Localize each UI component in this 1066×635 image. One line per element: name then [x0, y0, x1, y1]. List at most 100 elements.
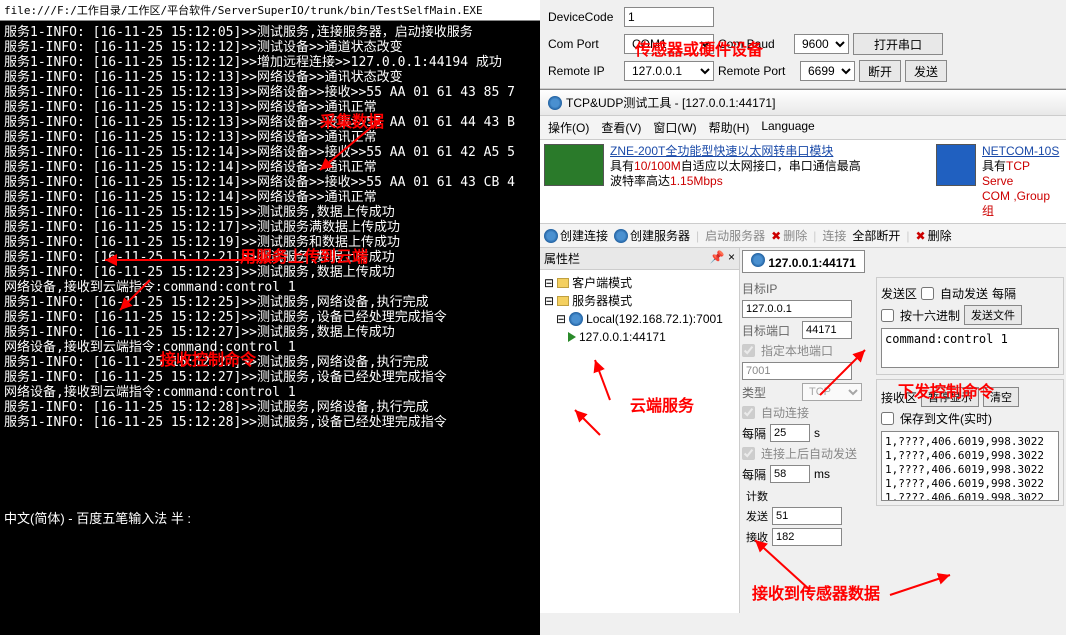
interval2-input[interactable] — [770, 465, 810, 483]
tcp-title-bar: TCP&UDP测试工具 - [127.0.0.1:44171] — [540, 90, 1066, 116]
tb-create-srv[interactable]: 创建服务器 — [614, 227, 690, 244]
bind-local-input — [742, 362, 852, 380]
menu-view[interactable]: 查看(V) — [601, 119, 641, 136]
tb-delete-2[interactable]: ✖删除 — [916, 227, 952, 244]
console-line: 服务1-INFO: [16-11-25 15:12:21]>>测试服务,数据上传… — [4, 250, 536, 265]
menu-window[interactable]: 窗口(W) — [653, 119, 696, 136]
promo-link-2[interactable]: NETCOM-10S — [982, 144, 1059, 158]
device-code-label: DeviceCode — [548, 10, 620, 24]
open-serial-button[interactable]: 打开串口 — [853, 33, 943, 55]
menu-language[interactable]: Language — [761, 119, 814, 136]
console-line: 服务1-INFO: [16-11-25 15:12:28]>>测试服务,设备已经… — [4, 415, 536, 430]
send-button[interactable]: 发送 — [905, 60, 947, 82]
send-file-button[interactable]: 发送文件 — [964, 305, 1022, 325]
local-icon — [569, 312, 583, 326]
tree-pin-icon[interactable]: 📌 × — [710, 250, 735, 267]
com-port-select[interactable]: COM1 — [624, 34, 714, 54]
pause-button[interactable]: 暂停显示 — [921, 387, 979, 407]
connection-tab[interactable]: 127.0.0.1:44171 — [742, 250, 865, 273]
count-area: 计数 发送 接收 — [742, 486, 872, 551]
bind-local-check — [742, 344, 755, 357]
console-line: 服务1-INFO: [16-11-25 15:12:13]>>网络设备>>通讯状… — [4, 70, 536, 85]
console-line: 服务1-INFO: [16-11-25 15:12:13]>>网络设备>>通讯正… — [4, 130, 536, 145]
tb-start-srv[interactable]: 启动服务器 — [705, 227, 765, 244]
tb-connect[interactable]: 连接 — [822, 227, 846, 244]
console-line: 服务1-INFO: [16-11-25 15:12:28]>>测试服务,网络设备… — [4, 400, 536, 415]
recv-count — [772, 528, 842, 546]
device-config-panel: DeviceCode Com Port COM1 Com Baud 9600 打… — [540, 0, 1066, 89]
tree-connection-node[interactable]: 127.0.0.1:44171 — [544, 328, 735, 346]
console-line: 服务1-INFO: [16-11-25 15:12:27]>>测试服务,数据上传… — [4, 325, 536, 340]
send-fieldset: 发送区 自动发送 每隔 按十六进制 发送文件 command:control 1 — [876, 277, 1064, 375]
tcp-toolbar: 创建连接 创建服务器 | 启动服务器 ✖删除 | 连接 全部断开 | ✖删除 — [540, 224, 1066, 248]
address-bar: file:///F:/工作目录/工作区/平台软件/ServerSuperIO/t… — [0, 0, 540, 21]
tb-delete[interactable]: ✖删除 — [771, 227, 807, 244]
recv-line: 1,????,406.6019,998.3022 — [885, 491, 1055, 501]
console-line: 服务1-INFO: [16-11-25 15:12:14]>>网络设备>>接收>… — [4, 145, 536, 160]
console-line: 服务1-INFO: [16-11-25 15:12:13]>>网络设备>>接收>… — [4, 85, 536, 100]
console-line: 服务1-INFO: [16-11-25 15:12:19]>>测试服务和数据上传… — [4, 235, 536, 250]
console-line: 服务1-INFO: [16-11-25 15:12:14]>>网络设备>>接收>… — [4, 175, 536, 190]
promo-link[interactable]: ZNE-200T全功能型快速以太网转串口模块 — [610, 144, 833, 158]
com-port-label: Com Port — [548, 37, 620, 51]
promo-text-2: NETCOM-10S 具有TCP Serve COM ,Group组 — [982, 144, 1062, 219]
hex-send-check[interactable] — [881, 309, 894, 322]
console-line: 网络设备,接收到云端指令:command:control 1 — [4, 280, 536, 295]
console-window: file:///F:/工作目录/工作区/平台软件/ServerSuperIO/t… — [0, 0, 540, 635]
auto-conn-label: 自动连接 — [761, 404, 809, 421]
console-line: 服务1-INFO: [16-11-25 15:12:25]>>测试服务,设备已经… — [4, 310, 536, 325]
console-line: 服务1-INFO: [16-11-25 15:12:12]>>测试设备>>通道状… — [4, 40, 536, 55]
remote-ip-select[interactable]: 127.0.0.1 — [624, 61, 714, 81]
console-line: 服务1-INFO: [16-11-25 15:12:27]>>测试服务,网络设备… — [4, 355, 536, 370]
interval1-input[interactable] — [770, 424, 810, 442]
send-textbox[interactable]: command:control 1 — [881, 328, 1059, 368]
remote-port-label: Remote Port — [718, 64, 796, 78]
tcp-title-text: TCP&UDP测试工具 - [127.0.0.1:44171] — [566, 94, 775, 111]
tree-client-mode[interactable]: ⊟ 客户端模式 — [544, 274, 735, 292]
tb-create-conn[interactable]: 创建连接 — [544, 227, 608, 244]
type-label: 类型 — [742, 384, 798, 401]
console-line: 网络设备,接收到云端指令:command:control 1 — [4, 385, 536, 400]
promo-text-1: ZNE-200T全功能型快速以太网转串口模块 具有10/100M自适应以太网接口… — [610, 144, 930, 219]
target-port-input[interactable] — [802, 321, 852, 339]
ime-status: 中文(简体) - 百度五笔输入法 半 : — [4, 508, 191, 527]
tree-local-node[interactable]: ⊟ Local(192.168.72.1):7001 — [544, 310, 735, 328]
menu-operate[interactable]: 操作(O) — [548, 119, 589, 136]
target-ip-input[interactable] — [742, 300, 852, 318]
send-area-label: 发送区 — [881, 285, 917, 302]
device-code-input[interactable] — [624, 7, 714, 27]
bind-local-label: 指定本地端口 — [761, 342, 833, 359]
tcp-menu-bar: 操作(O) 查看(V) 窗口(W) 帮助(H) Language — [540, 116, 1066, 140]
console-line: 服务1-INFO: [16-11-25 15:12:13]>>网络设备>>接收>… — [4, 115, 536, 130]
console-line: 网络设备,接收到云端指令:command:control 1 — [4, 340, 536, 355]
app-icon — [548, 96, 562, 110]
disconnect-button[interactable]: 断开 — [859, 60, 901, 82]
tree-panel: 属性栏 📌 × ⊟ 客户端模式 ⊟ 服务器模式 ⊟ Local(192.168.… — [540, 248, 740, 613]
target-ip-label: 目标IP — [742, 280, 798, 297]
console-line: 服务1-INFO: [16-11-25 15:12:05]>>测试服务,连接服务… — [4, 25, 536, 40]
folder-icon — [557, 278, 569, 288]
console-line: 服务1-INFO: [16-11-25 15:12:27]>>测试服务,设备已经… — [4, 370, 536, 385]
auto-send-check[interactable] — [921, 287, 934, 300]
console-line: 服务1-INFO: [16-11-25 15:12:12]>>增加远程连接>>1… — [4, 55, 536, 70]
promo-image-1 — [544, 144, 604, 186]
recv-line: 1,????,406.6019,998.3022 — [885, 477, 1055, 491]
auto-send-conn-check — [742, 447, 755, 460]
tree-server-mode[interactable]: ⊟ 服务器模式 — [544, 292, 735, 310]
remote-port-select[interactable]: 6699 — [800, 61, 855, 81]
recv-line: 1,????,406.6019,998.3022 — [885, 449, 1055, 463]
tcp-udp-tool-window: TCP&UDP测试工具 - [127.0.0.1:44171] 操作(O) 查看… — [540, 89, 1066, 613]
com-baud-label: Com Baud — [718, 37, 790, 51]
remote-ip-label: Remote IP — [548, 64, 620, 78]
console-line: 服务1-INFO: [16-11-25 15:12:23]>>测试服务,数据上传… — [4, 265, 536, 280]
console-line: 服务1-INFO: [16-11-25 15:12:17]>>测试服务满数据上传… — [4, 220, 536, 235]
clear-button[interactable]: 清空 — [983, 387, 1019, 407]
menu-help[interactable]: 帮助(H) — [709, 119, 750, 136]
tb-disconn-all[interactable]: 全部断开 — [852, 227, 900, 244]
folder-icon — [557, 296, 569, 306]
type-select: TCP — [802, 383, 862, 401]
com-baud-select[interactable]: 9600 — [794, 34, 849, 54]
globe-icon — [544, 229, 558, 243]
console-line: 服务1-INFO: [16-11-25 15:12:15]>>测试服务,数据上传… — [4, 205, 536, 220]
save-file-check[interactable] — [881, 412, 894, 425]
